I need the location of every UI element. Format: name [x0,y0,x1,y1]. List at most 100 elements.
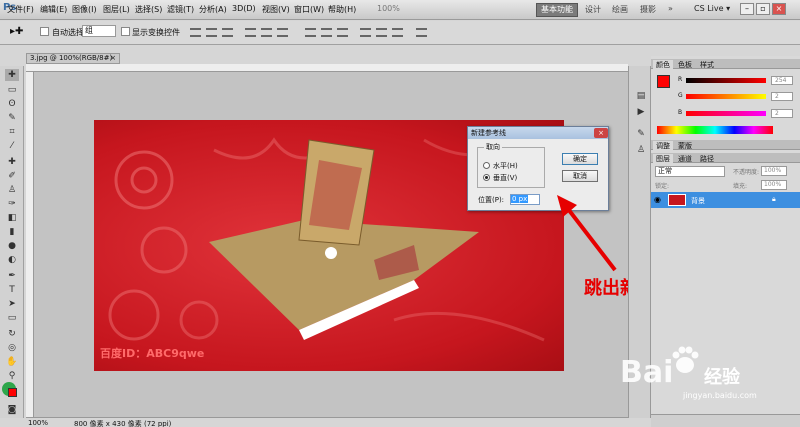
workspace-essentials-button[interactable]: 基本功能 [536,3,578,17]
dialog-close-icon[interactable]: × [594,128,608,138]
quick-select-tool-icon[interactable]: ✎ [5,112,19,124]
clone-stamp-icon[interactable]: ♙ [5,184,19,196]
path-select-icon[interactable]: ➤ [5,298,19,310]
auto-align-icon[interactable] [416,28,427,37]
align-bottom-icon[interactable] [222,28,233,37]
menu-select[interactable]: 选择(S) [135,4,162,15]
vertical-radio[interactable] [483,174,490,181]
gradient-tool-icon[interactable]: ▮ [5,226,19,238]
color-spectrum-ramp[interactable] [657,126,773,134]
tab-adjustments[interactable]: 调整 [653,141,673,151]
clone-source-icon[interactable]: ♙ [634,144,648,156]
layer-row-background[interactable]: ◉ 背景 🔒︎ [651,192,800,208]
distribute-top-icon[interactable] [305,28,316,37]
cs-live-button[interactable]: CS Live ▾ [694,4,730,13]
lasso-tool-icon[interactable]: ʘ [5,98,19,110]
menu-file[interactable]: 文件(F) [7,4,34,15]
3d-camera-icon[interactable]: ◎ [5,342,19,354]
move-tool-icon[interactable]: ▸✚ [10,26,23,37]
pen-tool-icon[interactable]: ✒ [5,270,19,282]
horizontal-ruler[interactable] [26,64,628,72]
visibility-eye-icon[interactable]: ◉ [654,195,661,204]
move-tool-icon[interactable]: ✚ [5,69,19,81]
shape-tool-icon[interactable]: ▭ [5,312,19,324]
eyedropper-tool-icon[interactable]: ⁄ [5,140,19,152]
workspace-painting[interactable]: 绘画 [612,4,628,15]
dodge-tool-icon[interactable]: ◐ [5,254,19,266]
restore-icon[interactable]: ▫ [756,3,770,15]
tab-styles[interactable]: 样式 [697,60,717,70]
align-hcenter-icon[interactable] [261,28,272,37]
dialog-title[interactable]: 新建参考线 [468,127,608,139]
type-tool-icon[interactable]: T [5,284,19,296]
tab-swatches[interactable]: 色板 [675,60,695,70]
r-slider[interactable] [686,78,766,83]
history-brush-icon[interactable]: ✑ [5,198,19,210]
menu-edit[interactable]: 编辑(E) [40,4,67,15]
distribute-bottom-icon[interactable] [337,28,348,37]
minimize-icon[interactable]: – [740,3,754,15]
cancel-button[interactable]: 取消 [562,170,598,182]
distribute-left-icon[interactable] [360,28,371,37]
menu-window[interactable]: 窗口(W) [294,4,324,15]
menu-help[interactable]: 帮助(H) [328,4,356,15]
menu-filter[interactable]: 滤镜(T) [167,4,194,15]
menu-layer[interactable]: 图层(L) [103,4,130,15]
align-top-icon[interactable] [190,28,201,37]
b-slider[interactable] [686,111,766,116]
workspace-more[interactable]: » [668,4,673,13]
tab-color[interactable]: 颜色 [653,60,673,70]
b-value[interactable]: 2 [771,109,793,118]
3d-rotate-icon[interactable]: ↻ [5,328,19,340]
menu-analysis[interactable]: 分析(A) [199,4,227,15]
brushes-panel-icon[interactable]: ✎ [634,128,648,140]
opacity-input[interactable]: 100% [761,166,787,176]
tab-masks[interactable]: 蒙版 [675,141,695,151]
auto-select-dropdown[interactable]: 组 [82,25,116,37]
blur-tool-icon[interactable]: ● [5,240,19,252]
workspace-photography[interactable]: 摄影 [640,4,656,15]
align-left-icon[interactable] [245,28,256,37]
distribute-vcenter-icon[interactable] [321,28,332,37]
auto-select-checkbox[interactable] [40,27,49,36]
brush-tool-icon[interactable]: ✐ [5,170,19,182]
menu-view[interactable]: 视图(V) [262,4,290,15]
status-zoom[interactable]: 100% [28,419,48,427]
healing-brush-icon[interactable]: ✚ [5,156,19,168]
actions-panel-icon[interactable]: ▶ [634,106,648,118]
menu-image[interactable]: 图像(I) [72,4,97,15]
workspace-design[interactable]: 设计 [585,4,601,15]
layers-panel-tabs: 图层 通道 路径 [651,153,800,164]
menu-3d[interactable]: 3D(D) [232,4,256,13]
blend-mode-dropdown[interactable]: 正常 [655,166,725,177]
distribute-hcenter-icon[interactable] [376,28,387,37]
g-slider[interactable] [686,94,766,99]
horizontal-radio[interactable] [483,162,490,169]
color-fg-swatch[interactable] [657,75,670,88]
eraser-tool-icon[interactable]: ◧ [5,212,19,224]
marquee-tool-icon[interactable]: ▭ [5,84,19,96]
align-right-icon[interactable] [277,28,288,37]
crop-tool-icon[interactable]: ⌗ [5,126,19,138]
tab-channels[interactable]: 通道 [675,154,695,164]
hand-tool-icon[interactable]: ✋ [5,356,19,368]
tab-paths[interactable]: 路径 [697,154,717,164]
foreground-color-swatch[interactable] [8,388,17,397]
zoom-tool-icon[interactable]: ⚲ [5,370,19,382]
tab-layers[interactable]: 图层 [653,154,673,164]
document-tab[interactable]: 3.jpg @ 100%(RGB/8#) × [26,53,120,64]
quick-mask-icon[interactable]: ◙ [5,404,19,416]
g-value[interactable]: 2 [771,92,793,101]
history-panel-icon[interactable]: ▤ [634,90,648,102]
vertical-ruler[interactable] [26,72,34,418]
position-input[interactable]: 0 px [510,194,540,205]
show-transform-checkbox[interactable] [121,27,130,36]
ok-button[interactable]: 确定 [562,153,598,165]
close-icon[interactable]: × [772,3,786,15]
distribute-right-icon[interactable] [392,28,403,37]
align-vcenter-icon[interactable] [206,28,217,37]
fill-input[interactable]: 100% [761,180,787,190]
r-value[interactable]: 254 [771,76,793,85]
zoom-level[interactable]: 100% [377,4,400,13]
close-doc-icon[interactable]: × [110,54,116,63]
